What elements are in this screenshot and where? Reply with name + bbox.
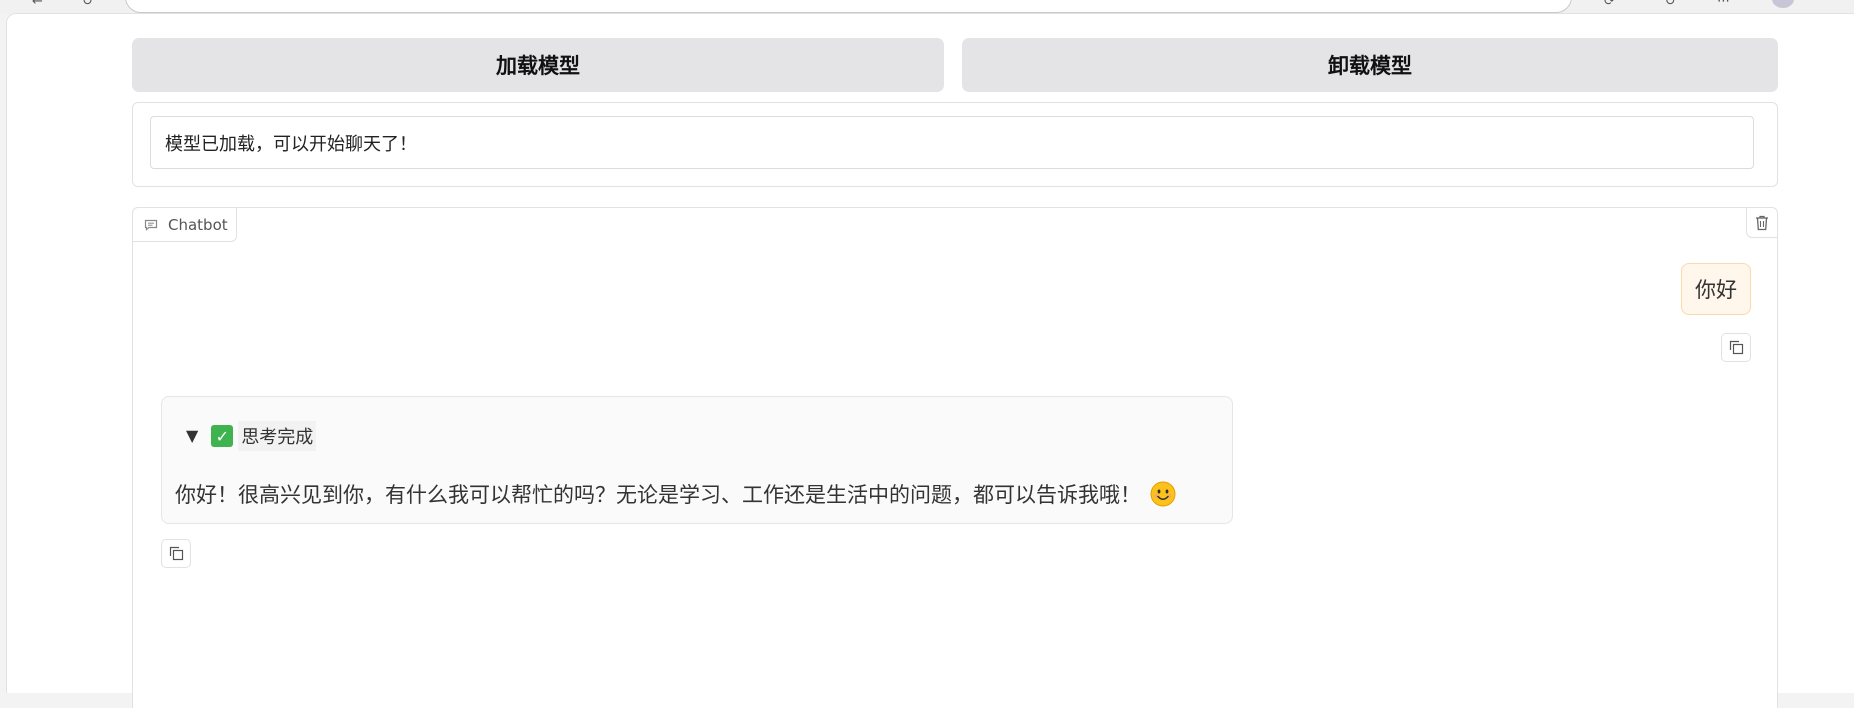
- copy-icon: [1729, 340, 1743, 355]
- chat-icon: [144, 219, 158, 231]
- chatbot-panel: Chatbot 你好 ▼ ✓ 思考完成 你好！很高兴见到你，有什么我可以帮忙的吗…: [132, 207, 1778, 708]
- load-model-button[interactable]: 加载模型: [132, 38, 944, 92]
- triangle-down-icon: ▼: [186, 426, 199, 445]
- back-icon[interactable]: ←: [32, 0, 43, 9]
- chatbot-label-text: Chatbot: [168, 215, 228, 234]
- profile-avatar[interactable]: [1772, 0, 1794, 8]
- address-bar[interactable]: [125, 0, 1572, 13]
- assistant-message-text: 你好！很高兴见到你，有什么我可以帮忙的吗？无论是学习、工作还是生活中的问题，都可…: [175, 483, 1141, 507]
- copy-icon: [169, 546, 183, 561]
- gradio-page: 加载模型 卸载模型 模型已加载，可以开始聊天了！ Chatbot 你好 ▼ ✓ …: [6, 13, 1854, 708]
- status-textbox[interactable]: 模型已加载，可以开始聊天了！: [150, 116, 1754, 169]
- assistant-message-bubble: ▼ ✓ 思考完成 你好！很高兴见到你，有什么我可以帮忙的吗？无论是学习、工作还是…: [161, 396, 1233, 524]
- thinking-toggle[interactable]: ▼ ✓ 思考完成: [186, 421, 317, 451]
- smiling-face-icon: [1150, 481, 1176, 507]
- browser-chrome: ← ↻ ⟳ ↺ ⋯: [0, 0, 1854, 14]
- copy-user-message-button[interactable]: [1721, 333, 1751, 362]
- extension-icon[interactable]: ⟳: [1604, 0, 1615, 9]
- clear-chat-button[interactable]: [1746, 208, 1777, 238]
- chatbot-label: Chatbot: [133, 208, 237, 242]
- reload-icon[interactable]: ↻: [82, 0, 93, 9]
- thinking-status-label: 思考完成: [238, 421, 317, 451]
- menu-icon[interactable]: ⋯: [1717, 0, 1730, 9]
- check-box-icon: ✓: [211, 425, 234, 447]
- user-message-bubble: 你好: [1681, 263, 1751, 315]
- copy-assistant-message-button[interactable]: [161, 539, 191, 568]
- status-block: 模型已加载，可以开始聊天了！: [132, 102, 1778, 187]
- assistant-message-text-row: 你好！很高兴见到你，有什么我可以帮忙的吗？无论是学习、工作还是生活中的问题，都可…: [175, 479, 1176, 509]
- history-icon[interactable]: ↺: [1665, 0, 1676, 9]
- unload-model-button[interactable]: 卸载模型: [962, 38, 1778, 92]
- trash-icon: [1756, 215, 1768, 230]
